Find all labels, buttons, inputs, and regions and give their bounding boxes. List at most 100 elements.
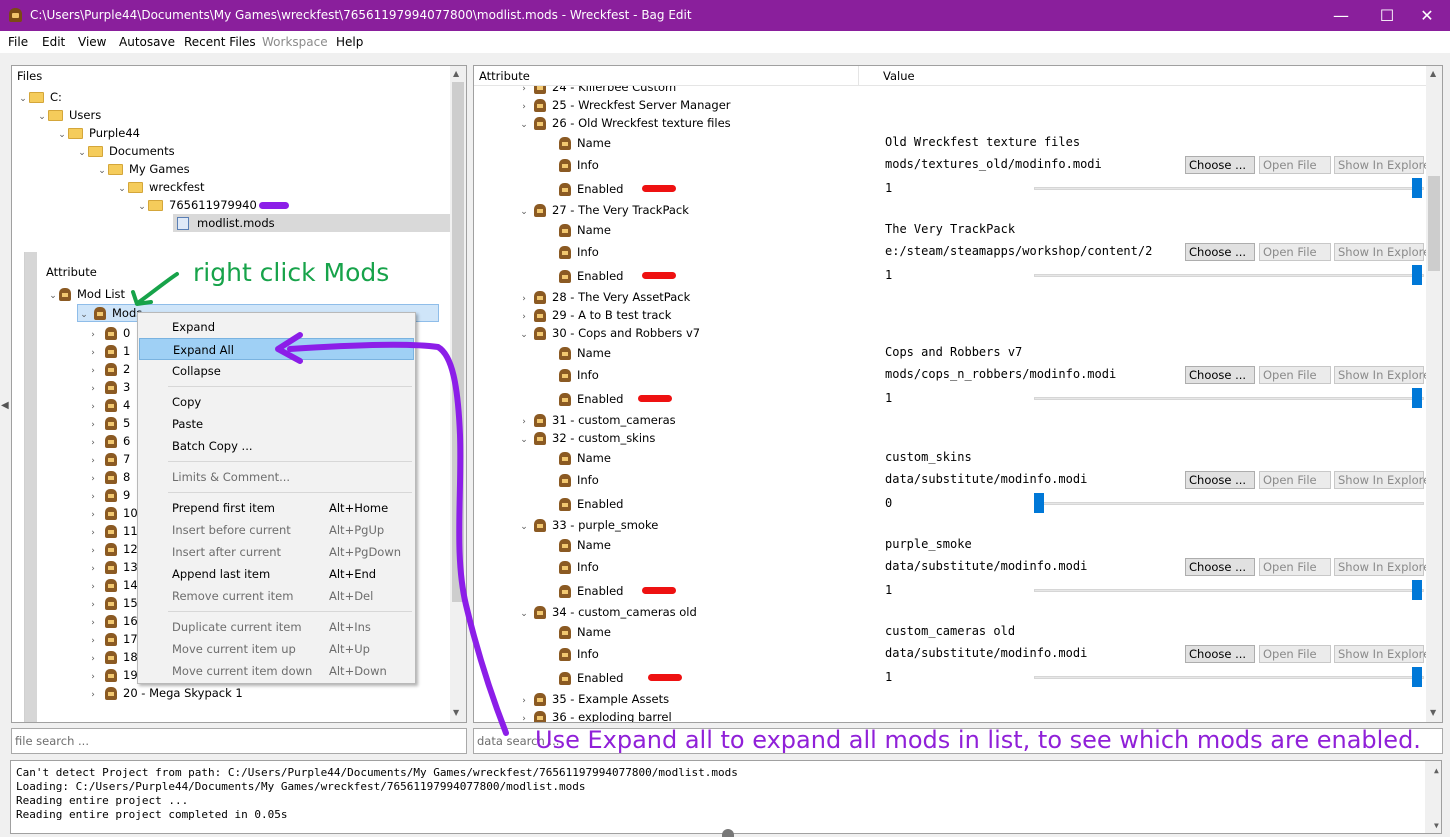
list-item[interactable]: › 7 [87, 450, 130, 468]
mod-row[interactable]: › 25 - Wreckfest Server Manager [518, 96, 731, 114]
attr-name[interactable]: Name [559, 221, 611, 239]
list-item[interactable]: › 4 [87, 396, 130, 414]
value-name[interactable]: custom_skins [885, 450, 972, 464]
open-file-button[interactable]: Open File [1259, 471, 1331, 489]
mod-row[interactable]: ⌄ 26 - Old Wreckfest texture files [518, 114, 731, 132]
attr-info[interactable]: Info [559, 645, 599, 663]
choose-button[interactable]: Choose ... [1185, 558, 1255, 576]
list-item[interactable]: › 16 [87, 612, 138, 630]
close-button[interactable]: ✕ [1404, 0, 1450, 31]
attr-enabled[interactable]: Enabled [559, 582, 623, 600]
show-in-explore-button[interactable]: Show In Explore [1334, 645, 1426, 663]
open-file-button[interactable]: Open File [1259, 243, 1331, 261]
minimize-button[interactable]: — [1318, 0, 1364, 31]
chevron-down-icon[interactable]: ⌄ [78, 307, 90, 323]
enabled-slider-thumb[interactable] [1412, 265, 1422, 285]
value-name[interactable]: purple_smoke [885, 537, 972, 551]
choose-button[interactable]: Choose ... [1185, 366, 1255, 384]
choose-button[interactable]: Choose ... [1185, 645, 1255, 663]
chevron-down-icon[interactable]: ⌄ [76, 144, 88, 162]
mod-row[interactable]: › 31 - custom_cameras [518, 411, 676, 429]
enabled-slider-track[interactable] [1034, 502, 1424, 505]
attr-enabled[interactable]: Enabled [559, 495, 623, 513]
enabled-slider-thumb[interactable] [1412, 667, 1422, 687]
list-item[interactable]: › 15 [87, 594, 138, 612]
list-item[interactable]: › 8 [87, 468, 130, 486]
chevron-down-icon[interactable]: ⌄ [47, 287, 59, 305]
menu-workspace[interactable]: Workspace [262, 35, 328, 49]
list-item[interactable]: › 19 [87, 666, 138, 684]
chevron-down-icon[interactable]: ⌄ [518, 116, 530, 134]
mod-row[interactable]: › 28 - The Very AssetPack [518, 288, 690, 306]
menu-edit[interactable]: Edit [42, 35, 65, 49]
tree-node-users[interactable]: ⌄ Users [36, 106, 101, 124]
mod-row[interactable]: › 35 - Example Assets [518, 690, 669, 708]
attr-info[interactable]: Info [559, 471, 599, 489]
bottom-splitter-handle[interactable] [722, 829, 734, 837]
attr-name[interactable]: Name [559, 344, 611, 362]
list-item[interactable]: › 20 - Mega Skypack 1 [87, 684, 243, 702]
value-name[interactable]: custom_cameras old [885, 624, 1015, 638]
list-item[interactable]: › 1 [87, 342, 130, 360]
value-info[interactable]: data/substitute/modinfo.modi [885, 559, 1087, 573]
enabled-slider-track[interactable] [1034, 589, 1424, 592]
tree-node-c[interactable]: ⌄ C: [17, 88, 62, 106]
list-item[interactable]: › 12 [87, 540, 138, 558]
value-info[interactable]: data/substitute/modinfo.modi [885, 472, 1087, 486]
value-name[interactable]: Old Wreckfest texture files [885, 135, 1080, 149]
attr-enabled[interactable]: Enabled [559, 180, 623, 198]
attr-info[interactable]: Info [559, 366, 599, 384]
tree-node-wreckfest[interactable]: ⌄ wreckfest [116, 178, 204, 196]
show-in-explore-button[interactable]: Show In Explore [1334, 156, 1426, 174]
tree-node-mod-list[interactable]: ⌄ Mod List [47, 285, 125, 303]
enabled-slider-track[interactable] [1034, 676, 1424, 679]
mod-row[interactable]: › 24 - Killerbee Custom [518, 86, 676, 96]
attr-info[interactable]: Info [559, 558, 599, 576]
list-item[interactable]: › 17 [87, 630, 138, 648]
log-scrollbar[interactable]: ▲ ▼ [1425, 761, 1441, 833]
attr-enabled[interactable]: Enabled [559, 669, 623, 687]
right-scrollbar[interactable]: ▲ ▼ [1426, 66, 1442, 722]
value-enabled[interactable]: 1 [885, 391, 892, 405]
scroll-up-icon[interactable]: ▲ [453, 69, 459, 78]
value-enabled[interactable]: 1 [885, 268, 892, 282]
scroll-up-icon[interactable]: ▲ [1430, 69, 1436, 78]
chevron-right-icon[interactable]: › [87, 686, 99, 704]
list-item[interactable]: › 11 [87, 522, 138, 540]
value-enabled[interactable]: 1 [885, 583, 892, 597]
list-item[interactable]: › 14 [87, 576, 138, 594]
attr-name[interactable]: Name [559, 623, 611, 641]
attr-left-scrollbar[interactable] [25, 252, 37, 722]
menu-recent-files[interactable]: Recent Files [184, 35, 256, 49]
list-item[interactable]: › 5 [87, 414, 130, 432]
list-item[interactable]: › 18 [87, 648, 138, 666]
enabled-slider-track[interactable] [1034, 274, 1424, 277]
mod-row[interactable]: ⌄ 27 - The Very TrackPack [518, 201, 689, 219]
choose-button[interactable]: Choose ... [1185, 471, 1255, 489]
value-info[interactable]: e:/steam/steamapps/workshop/content/2 [885, 244, 1152, 258]
enabled-slider-thumb[interactable] [1034, 493, 1044, 513]
mod-row[interactable]: ⌄ 30 - Cops and Robbers v7 [518, 324, 700, 342]
list-item[interactable]: › 13 [87, 558, 138, 576]
enabled-slider-track[interactable] [1034, 187, 1424, 190]
scroll-down-icon[interactable]: ▼ [1429, 819, 1439, 833]
open-file-button[interactable]: Open File [1259, 645, 1331, 663]
chevron-down-icon[interactable]: ⌄ [136, 198, 148, 216]
open-file-button[interactable]: Open File [1259, 156, 1331, 174]
list-item[interactable]: › 2 [87, 360, 130, 378]
value-name[interactable]: Cops and Robbers v7 [885, 345, 1022, 359]
scroll-thumb[interactable] [1428, 176, 1440, 271]
splitter-left-arrow-icon[interactable]: ◀ [1, 400, 9, 411]
scroll-down-icon[interactable]: ▼ [1430, 708, 1436, 717]
value-info[interactable]: mods/textures_old/modinfo.modi [885, 157, 1102, 171]
tree-node-my-games[interactable]: ⌄ My Games [96, 160, 189, 178]
attr-name[interactable]: Name [559, 536, 611, 554]
attr-enabled[interactable]: Enabled [559, 267, 623, 285]
mod-row[interactable]: ⌄ 34 - custom_cameras old [518, 603, 697, 621]
enabled-slider-thumb[interactable] [1412, 178, 1422, 198]
list-item[interactable]: › 6 [87, 432, 130, 450]
choose-button[interactable]: Choose ... [1185, 243, 1255, 261]
tree-node-modlist[interactable]: modlist.mods [173, 214, 450, 232]
menu-file[interactable]: File [8, 35, 28, 49]
enabled-slider-thumb[interactable] [1412, 388, 1422, 408]
